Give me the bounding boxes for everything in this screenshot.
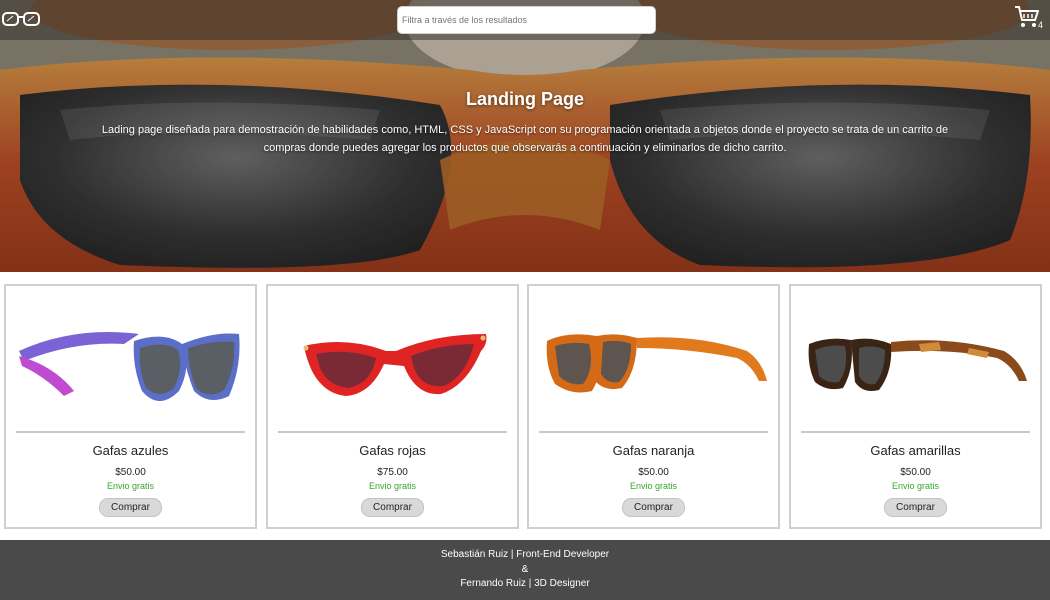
product-price: $75.00 [377, 467, 408, 478]
buy-button[interactable]: Comprar [99, 498, 162, 517]
product-image-orange-glasses [546, 334, 767, 393]
shipping-label: Envio gratis [368, 481, 417, 491]
search-input[interactable] [397, 6, 656, 34]
product-card: Gafas amarillas $50.00 Envio gratis Comp… [789, 284, 1042, 529]
buy-button[interactable]: Comprar [361, 498, 424, 517]
footer-credit-developer: Sebastián Ruiz | Front-End Developer [440, 549, 610, 560]
product-name: Gafas rojas [359, 443, 426, 458]
buy-button[interactable]: Comprar [622, 498, 685, 517]
product-name: Gafas azules [92, 443, 169, 458]
product-card: Gafas rojas $75.00 Envio gratis Comprar [266, 284, 519, 529]
shipping-label: Envio gratis [629, 481, 678, 491]
cart-count-badge: 4 [1038, 20, 1044, 30]
page-title: Landing Page [465, 89, 584, 109]
product-image-blue-glasses [19, 332, 240, 401]
product-grid: Gafas azules $50.00 Envio gratis Comprar… [0, 272, 1050, 540]
shipping-label: Envio gratis [891, 481, 940, 491]
product-image-yellow-glasses [808, 338, 1027, 391]
footer: Sebastián Ruiz | Front-End Developer & F… [0, 540, 1050, 600]
product-card: Gafas naranja $50.00 Envio gratis Compra… [527, 284, 780, 529]
product-price: $50.00 [115, 467, 146, 478]
hero-description: Lading page diseñada para demostración d… [101, 124, 949, 154]
footer-credit-designer: Fernando Ruiz | 3D Designer [460, 578, 590, 589]
hero-banner: 4 Landing Page Lading page diseñada para… [0, 0, 1050, 272]
product-image-red-glasses [303, 334, 487, 396]
product-name: Gafas naranja [612, 443, 695, 458]
card-divider [278, 431, 507, 433]
footer-separator: & [521, 564, 529, 575]
product-price: $50.00 [638, 467, 669, 478]
top-navigation-bar: 4 [0, 0, 1050, 40]
card-divider [539, 431, 768, 433]
product-card: Gafas azules $50.00 Envio gratis Comprar [4, 284, 257, 529]
buy-button[interactable]: Comprar [884, 498, 947, 517]
glasses-logo-icon[interactable] [2, 8, 40, 30]
card-divider [801, 431, 1030, 433]
product-price: $50.00 [900, 467, 931, 478]
shipping-label: Envio gratis [106, 481, 155, 491]
card-divider [16, 431, 245, 433]
shopping-cart-icon[interactable] [1014, 5, 1040, 29]
product-name: Gafas amarillas [870, 443, 961, 458]
